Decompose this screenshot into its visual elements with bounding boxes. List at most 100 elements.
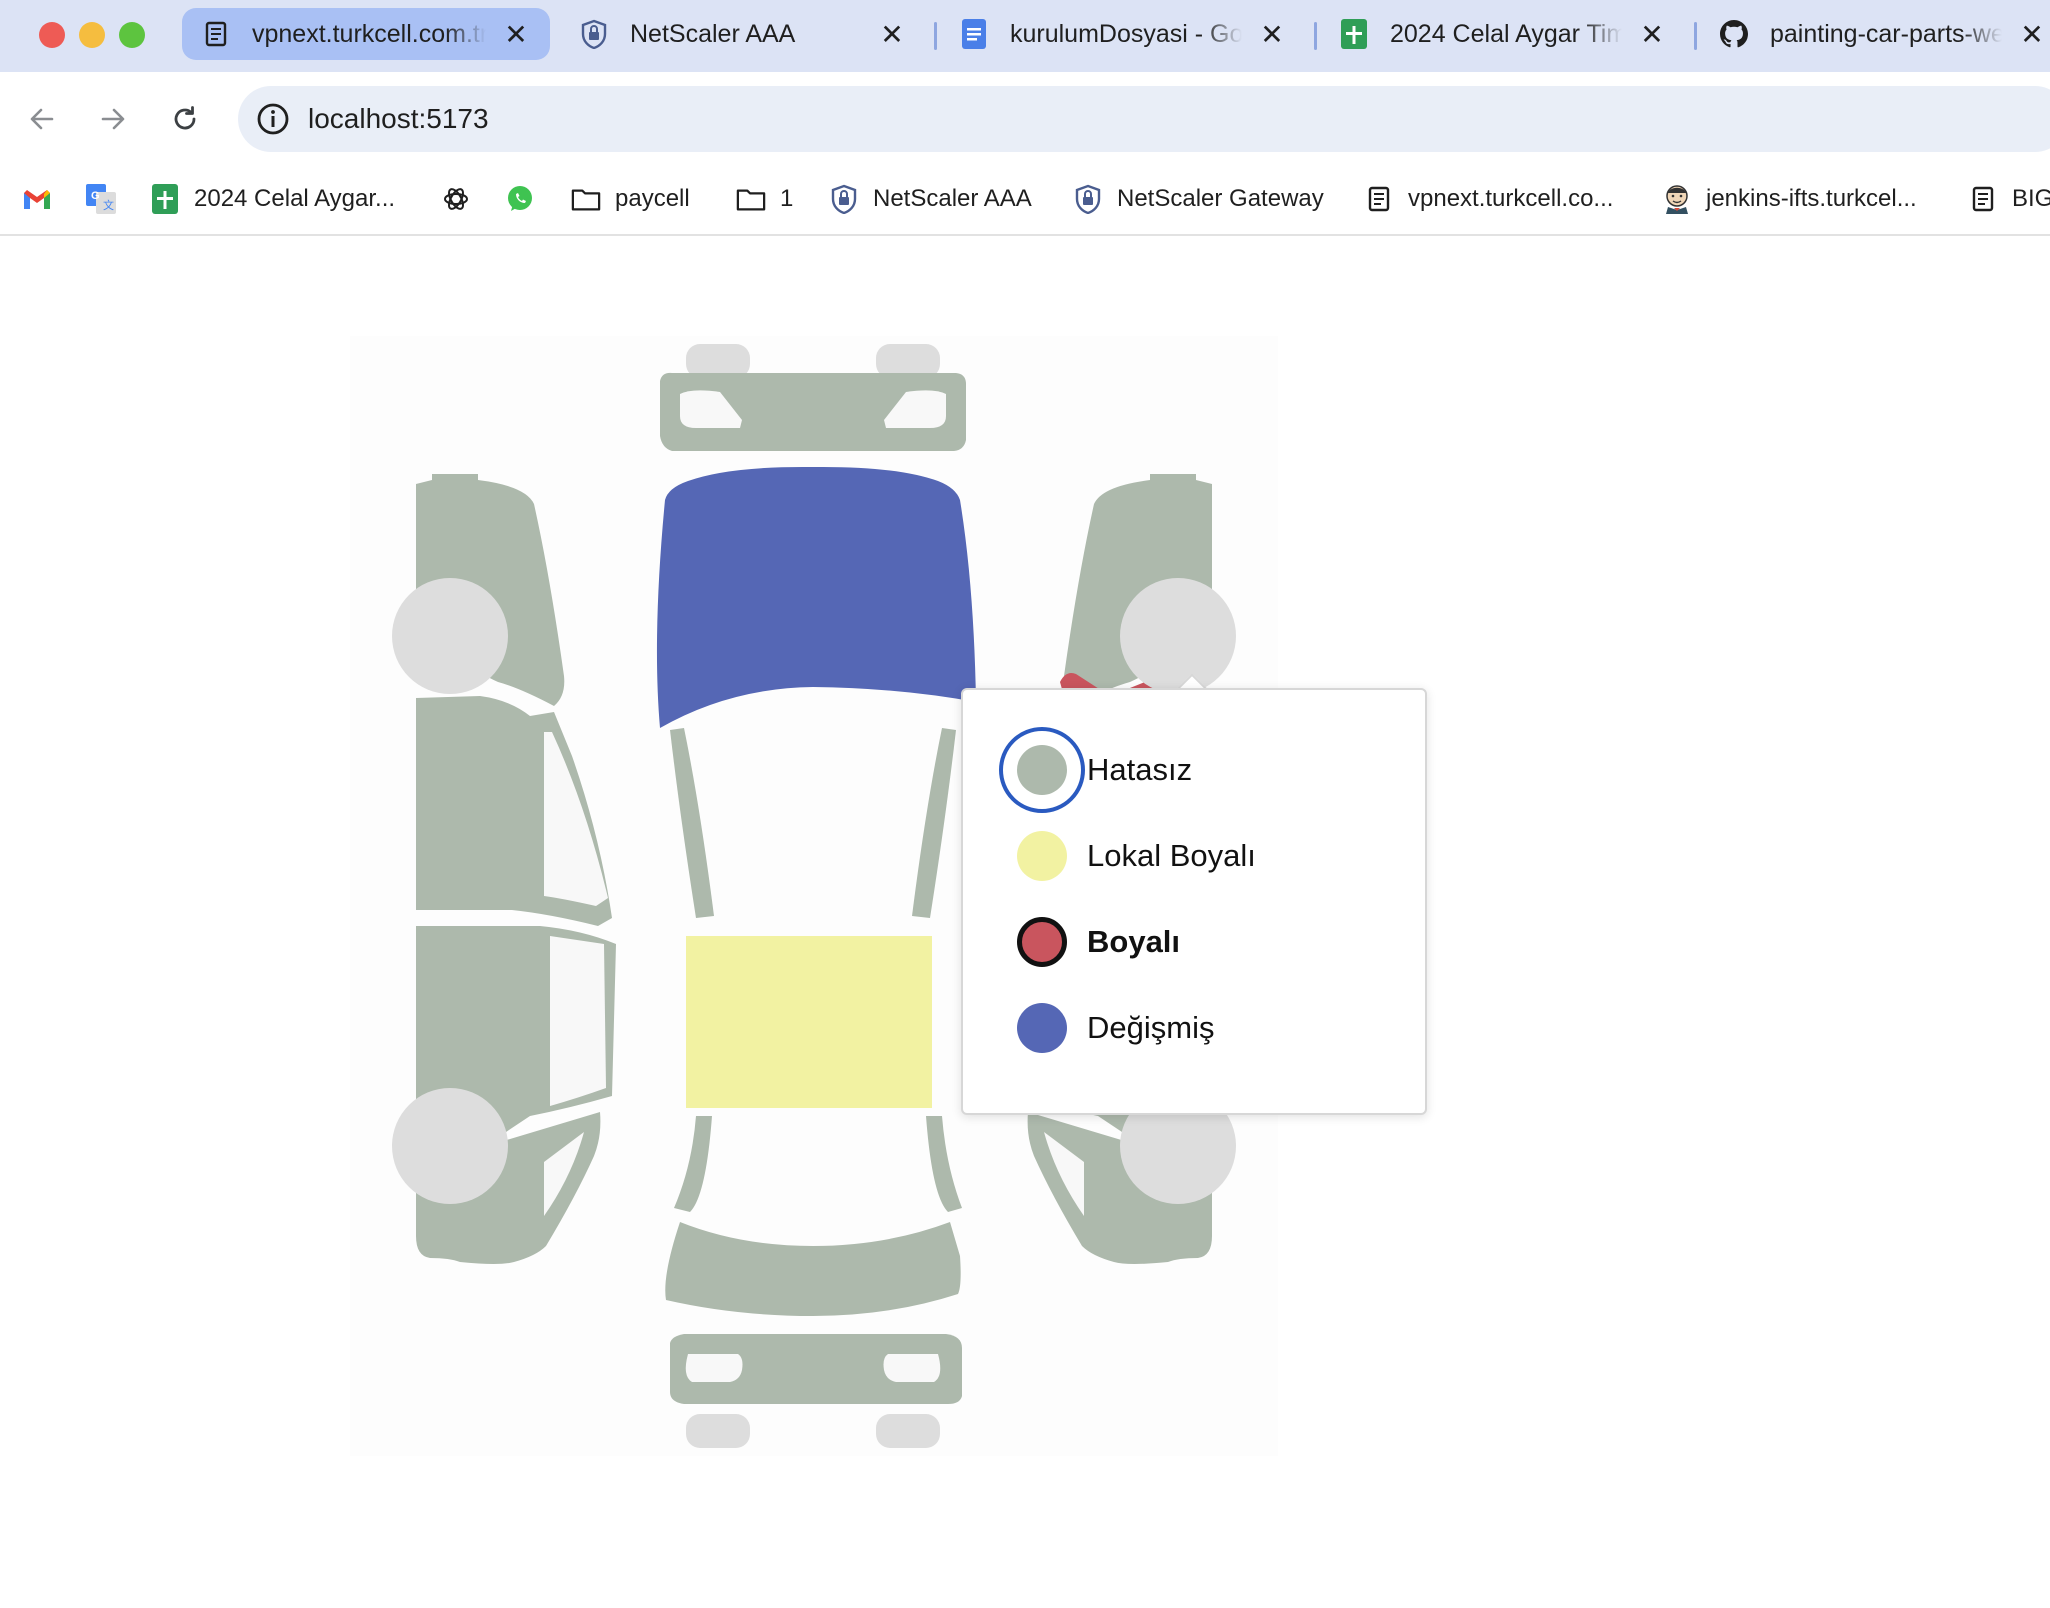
bookmark-google-translate[interactable]: G文 <box>86 176 116 222</box>
bookmark-label: 1 <box>780 185 794 212</box>
github-icon <box>1720 20 1748 48</box>
svg-text:G: G <box>91 190 100 202</box>
folder-icon <box>571 184 601 214</box>
bookmark-label: vpnext.turkcell.co... <box>1408 185 1614 212</box>
forward-arrow-icon <box>101 108 125 130</box>
reload-button[interactable] <box>160 94 210 144</box>
status-option-boyali[interactable]: Boyalı <box>1011 902 1180 982</box>
status-label: Değişmiş <box>1087 1010 1215 1045</box>
bookmark-big[interactable]: BIG <box>1968 176 2050 222</box>
status-swatch <box>999 727 1085 813</box>
tab-timesheet[interactable]: 2024 Celal Aygar Timesheet ✕ <box>1320 8 1686 60</box>
status-label: Hatasız <box>1087 752 1193 787</box>
bookmark-whatsapp[interactable] <box>505 176 535 222</box>
tab-separator <box>1314 22 1317 50</box>
lock-shield-icon <box>829 184 859 214</box>
status-dot <box>1017 831 1067 881</box>
bookmark-folder-1[interactable]: 1 <box>736 176 793 222</box>
folder-icon <box>736 184 766 214</box>
status-label: Lokal Boyalı <box>1087 838 1256 873</box>
front-left-light[interactable] <box>686 344 750 378</box>
bookmark-netscaler-gateway[interactable]: NetScaler Gateway <box>1073 176 1324 222</box>
tab-label: NetScaler AAA <box>630 19 862 49</box>
rear-bumper-left-vent <box>685 1354 743 1382</box>
bookmark-label: jenkins-ifts.turkcel... <box>1706 185 1917 212</box>
bookmark-vpnext[interactable]: vpnext.turkcell.co... <box>1364 176 1613 222</box>
tab-vpnext[interactable]: vpnext.turkcell.com.tr ✕ <box>182 8 550 60</box>
tab-close-icon[interactable]: ✕ <box>880 18 904 51</box>
document-icon <box>1968 184 1998 214</box>
status-swatch <box>999 813 1085 899</box>
forward-button[interactable] <box>88 94 138 144</box>
front-right-light[interactable] <box>876 344 940 378</box>
google-sheets-icon <box>150 184 180 214</box>
google-translate-icon: G文 <box>86 184 116 214</box>
bookmark-chatgpt[interactable] <box>441 176 471 222</box>
chatgpt-icon <box>441 184 471 214</box>
url-text[interactable]: localhost:5173 <box>308 103 489 135</box>
window-close-button[interactable] <box>39 22 65 48</box>
status-option-degismis[interactable]: Değişmiş <box>1011 988 1214 1068</box>
bookmark-label: paycell <box>615 185 690 212</box>
document-icon <box>1364 184 1394 214</box>
tab-label: kurulumDosyasi - Google Docs <box>1010 19 1242 49</box>
google-sheets-icon <box>1340 19 1368 49</box>
status-option-hatasiz[interactable]: Hatasız <box>999 727 1193 813</box>
tab-kurulum-dosyasi[interactable]: kurulumDosyasi - Google Docs ✕ <box>940 8 1306 60</box>
left-front-tire[interactable] <box>392 578 508 694</box>
tab-label: painting-car-parts-web <box>1770 19 2002 49</box>
tab-label: vpnext.turkcell.com.tr <box>252 19 486 49</box>
lock-shield-icon <box>580 19 608 49</box>
status-dot <box>1017 917 1067 967</box>
tab-close-icon[interactable]: ✕ <box>2020 18 2044 51</box>
left-rear-tire[interactable] <box>392 1088 508 1204</box>
back-button[interactable] <box>17 94 67 144</box>
status-dot <box>1017 745 1067 795</box>
back-arrow-icon <box>30 108 54 130</box>
status-label: Boyalı <box>1087 924 1181 959</box>
bookmark-label: NetScaler AAA <box>873 185 1032 212</box>
tab-strip: vpnext.turkcell.com.tr ✕ NetScaler AAA ✕… <box>0 0 2050 72</box>
bookmark-jenkins[interactable]: jenkins-ifts.turkcel... <box>1662 176 1917 222</box>
rear-left-light[interactable] <box>686 1414 750 1448</box>
whatsapp-icon <box>505 184 535 214</box>
bookmark-netscaler-aaa[interactable]: NetScaler AAA <box>829 176 1032 222</box>
bookmark-timesheet[interactable]: 2024 Celal Aygar... <box>150 176 395 222</box>
gmail-icon <box>22 184 52 214</box>
site-info-icon[interactable] <box>256 102 290 136</box>
bookmark-label: 2024 Celal Aygar... <box>194 185 396 212</box>
address-bar[interactable]: localhost:5173 <box>238 86 2050 152</box>
right-front-tire[interactable] <box>1120 578 1236 694</box>
tab-label: 2024 Celal Aygar Timesheet <box>1390 19 1622 49</box>
document-icon <box>202 20 230 48</box>
bookmark-label: BIG <box>2012 185 2050 212</box>
status-option-lokal-boyali[interactable]: Lokal Boyalı <box>1011 816 1256 896</box>
bookmark-gmail[interactable] <box>22 176 52 222</box>
tab-github[interactable]: painting-car-parts-web ✕ <box>1700 8 2050 60</box>
bookmark-label: NetScaler Gateway <box>1117 185 1324 212</box>
reload-icon <box>174 106 196 130</box>
tab-close-icon[interactable]: ✕ <box>1640 18 1664 51</box>
left-rear-window <box>550 936 606 1106</box>
tab-separator <box>1694 22 1697 50</box>
status-swatch <box>999 985 1085 1071</box>
rear-bumper-right-vent <box>883 1354 941 1382</box>
window-minimize-button[interactable] <box>79 22 105 48</box>
google-docs-icon <box>960 19 988 49</box>
tab-close-icon[interactable]: ✕ <box>1260 18 1284 51</box>
window-maximize-button[interactable] <box>119 22 145 48</box>
browser-toolbar: localhost:5173 <box>0 72 2050 166</box>
svg-text:文: 文 <box>103 198 114 212</box>
status-swatch <box>999 899 1085 985</box>
tab-separator <box>934 22 937 50</box>
bookmark-folder-paycell[interactable]: paycell <box>571 176 690 222</box>
lock-shield-icon <box>1073 184 1103 214</box>
rear-right-light[interactable] <box>876 1414 940 1448</box>
damage-status-popup: Hatasız Lokal Boyalı Boyalı Değişmiş <box>961 688 1427 1115</box>
tab-close-icon[interactable]: ✕ <box>504 18 528 51</box>
bookmarks-bar: G文 2024 Celal Aygar... paycell 1 NetScal… <box>0 166 2050 236</box>
tab-netscaler-aaa[interactable]: NetScaler AAA ✕ <box>560 8 926 60</box>
jenkins-icon <box>1662 184 1692 214</box>
roof-part[interactable] <box>686 936 932 1108</box>
status-dot <box>1017 1003 1067 1053</box>
